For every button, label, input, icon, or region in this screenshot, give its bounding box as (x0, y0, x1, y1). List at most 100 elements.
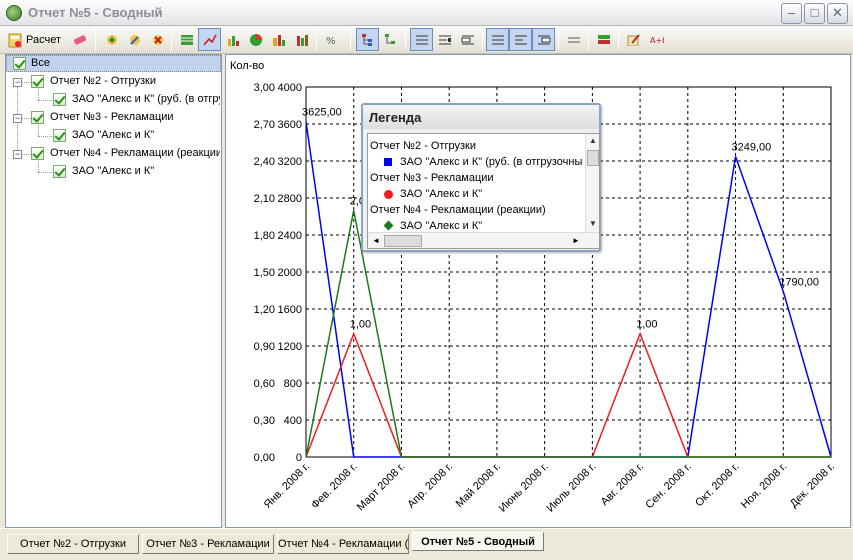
bar-chart-icon (227, 36, 239, 46)
legend-diamond-marker (383, 220, 394, 231)
edit-note-icon (627, 34, 640, 46)
tree-item-report4[interactable]: Отчет №4 - Рекламации (реакции) (50, 145, 220, 162)
pie-chart-button[interactable] (244, 28, 267, 51)
bar-chart-button[interactable] (221, 28, 244, 51)
report4-child-checkbox[interactable] (53, 165, 66, 178)
tab-bar: Отчет №2 - Отгрузки Отчет №3 - Рекламаци… (0, 528, 853, 560)
legend-hscroll-thumb[interactable] (384, 235, 422, 247)
add-item-button[interactable] (100, 28, 123, 51)
tree-expand-button[interactable] (356, 28, 379, 51)
data-label: 1,00 (636, 319, 657, 331)
x-tick-label: Март 2008 г. (355, 461, 408, 514)
x-tick-label: Ноя. 2008 г. (739, 461, 789, 511)
collapse-toggle-report2[interactable]: − (13, 78, 22, 87)
column-chart-button[interactable] (267, 28, 290, 51)
layout-3-icon (537, 35, 550, 45)
y-tick-label-left: 3,00 (254, 82, 275, 94)
layout-2-button[interactable] (509, 28, 532, 51)
x-tick-label: Дек. 2008 г. (788, 461, 837, 510)
delete-item-button[interactable] (146, 28, 169, 51)
y-tick-label-right: 2800 (278, 193, 302, 205)
tab-report5[interactable]: Отчет №5 - Сводный (412, 532, 544, 551)
report2-child-checkbox[interactable] (53, 93, 66, 106)
scroll-right-icon[interactable]: ► (570, 235, 582, 247)
table-icon (180, 35, 193, 45)
legend-group-report2: Отчет №2 - Отгрузки (370, 140, 476, 152)
collapse-toggle-report3[interactable]: − (13, 114, 22, 123)
data-label: 3625,00 (302, 107, 342, 119)
text-replace-icon: A+b (650, 36, 664, 45)
legend-hscrollbar[interactable]: ◄ ► (368, 232, 599, 248)
align-left-button[interactable] (410, 28, 433, 51)
align-right-button[interactable] (456, 28, 479, 51)
stacked-chart-button[interactable] (290, 28, 313, 51)
y-tick-label-right: 3200 (278, 156, 302, 168)
title-bar: Отчет №5 - Сводный – □ ✕ (0, 0, 853, 26)
report2-checkbox[interactable] (31, 75, 44, 88)
layout-1-icon (491, 35, 504, 45)
y-tick-label-right: 1600 (278, 304, 302, 316)
scroll-left-icon[interactable]: ◄ (370, 235, 382, 247)
svg-text:A+b: A+b (650, 36, 664, 45)
scroll-up-icon[interactable]: ▲ (587, 135, 599, 147)
layout-2-icon (514, 35, 527, 45)
calc-button[interactable]: Расчет (4, 28, 66, 51)
tree-item-report2-child[interactable]: ЗАО "Алекс и К" (руб. (в отгрузочных (72, 91, 220, 108)
text-replace-button[interactable]: A+b (645, 28, 668, 51)
maximize-button[interactable]: □ (804, 3, 825, 24)
y-tick-label-left: 1,20 (254, 304, 275, 316)
y-tick-label-left: 0,00 (254, 452, 275, 464)
align-right-icon (461, 35, 474, 45)
window-title: Отчет №5 - Сводный (28, 5, 163, 20)
tree-collapse-button[interactable] (379, 28, 402, 51)
y-tick-label-right: 2000 (278, 267, 302, 279)
legend-vscroll-thumb[interactable] (587, 150, 599, 166)
root-checkbox[interactable] (13, 57, 26, 70)
scroll-down-icon[interactable]: ▼ (587, 218, 599, 230)
table-view-button[interactable] (175, 28, 198, 51)
tab-report3[interactable]: Отчет №3 - Рекламации (142, 534, 274, 554)
x-tick-label: Май 2008 г. (454, 461, 503, 510)
x-tick-label: Сен. 2008 г. (643, 461, 694, 512)
report3-checkbox[interactable] (31, 111, 44, 124)
report4-checkbox[interactable] (31, 147, 44, 160)
layout-3-button[interactable] (532, 28, 555, 51)
pie-chart-icon (249, 34, 262, 46)
y-tick-label-left: 0,30 (254, 415, 275, 427)
legend-series-report2: ЗАО "Алекс и К" (руб. (в отгрузочных (400, 156, 582, 168)
edit-note-button[interactable] (622, 28, 645, 51)
layout-1-button[interactable] (486, 28, 509, 51)
grid-colors-button[interactable] (592, 28, 615, 51)
minimize-button[interactable]: – (781, 3, 802, 24)
tree-item-report2[interactable]: Отчет №2 - Отгрузки (50, 73, 156, 90)
percent-icon: % (326, 36, 336, 46)
legend-window[interactable]: Легенда Отчет №2 - Отгрузки ЗАО "Алекс и… (361, 103, 601, 252)
y-axis-label: Кол-во (230, 60, 264, 72)
tab-report2[interactable]: Отчет №2 - Отгрузки (7, 534, 139, 554)
tree-item-report3-child[interactable]: ЗАО "Алекс и К" (72, 127, 154, 144)
tree-root-label: Все (31, 57, 50, 69)
edit-item-button[interactable] (123, 28, 146, 51)
y-tick-label-right: 800 (284, 378, 302, 390)
tree-item-report3[interactable]: Отчет №3 - Рекламации (50, 109, 174, 126)
legend-square-marker (384, 158, 392, 166)
tree-item-report4-child[interactable]: ЗАО "Алекс и К" (72, 163, 154, 180)
tab-report4[interactable]: Отчет №4 - Рекламации (реакции) (277, 534, 409, 554)
lines-button[interactable] (562, 28, 585, 51)
close-button[interactable]: ✕ (827, 3, 848, 24)
collapse-toggle-report4[interactable]: − (13, 150, 22, 159)
app-icon (6, 5, 22, 21)
report3-child-checkbox[interactable] (53, 129, 66, 142)
data-label: 1,00 (350, 319, 371, 331)
align-center-icon (438, 35, 451, 45)
eraser-button[interactable] (68, 28, 91, 51)
tree-collapse-icon (384, 34, 395, 44)
eraser-icon (73, 35, 86, 45)
toolbar: Расчет % A+b (0, 26, 853, 54)
align-center-button[interactable] (433, 28, 456, 51)
line-chart-button[interactable] (198, 28, 221, 51)
legend-vscrollbar[interactable]: ▲ ▼ (585, 134, 599, 232)
edit-icon (129, 35, 140, 45)
calculator-icon (8, 33, 22, 47)
percent-button[interactable]: % (320, 28, 343, 51)
